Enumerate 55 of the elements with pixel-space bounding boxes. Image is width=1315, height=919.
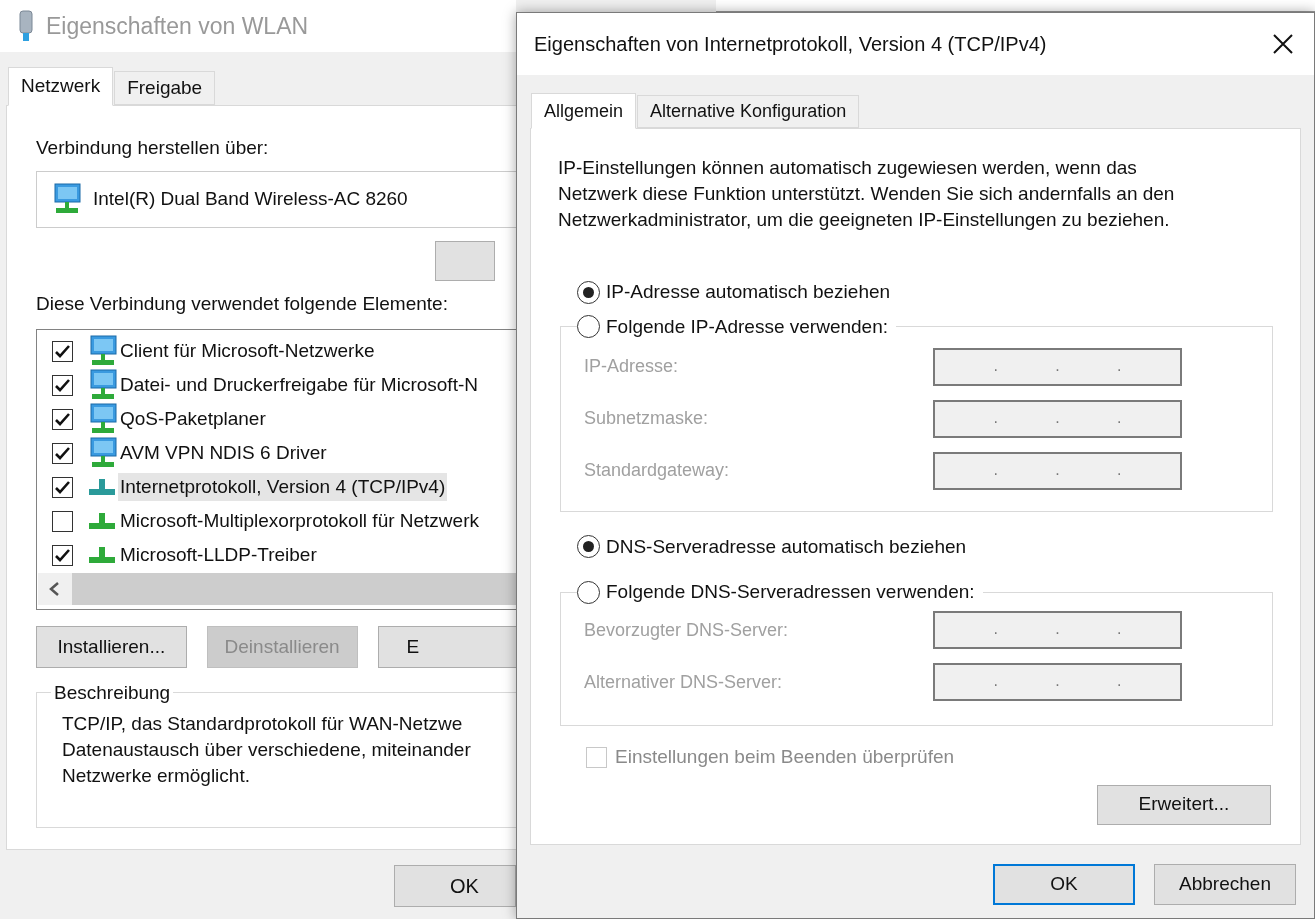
dialog-button[interactable]: OK (993, 864, 1135, 905)
tab[interactable]: Allgemein (531, 93, 637, 129)
radio-button[interactable] (577, 535, 600, 559)
radio-button[interactable] (577, 315, 600, 339)
dialog-title: Eigenschaften von Internetprotokoll, Version 4 (TCP/IPv4) (534, 32, 1047, 57)
window-title: Eigenschaften von WLAN (46, 11, 309, 41)
adapter-name: Intel(R) Dual Band Wireless-AC 8260 (93, 186, 408, 211)
network-protocol-icon (87, 477, 117, 497)
component-item[interactable]: Datei- und Druckerfreigabe für Microsoft-N (118, 370, 480, 400)
tab[interactable]: Freigabe (114, 71, 216, 105)
field-label: Subnetzmaske: (584, 407, 710, 430)
network-computer-icon (87, 403, 117, 435)
network-protocol-icon (87, 545, 117, 565)
action-button[interactable]: Installieren... (36, 626, 187, 668)
checkbox[interactable] (52, 374, 73, 396)
components-label: Diese Verbindung verwendet folgende Elemente: (36, 291, 449, 316)
checkbox[interactable] (52, 408, 73, 430)
advanced-button[interactable]: Erweitert... (1097, 784, 1271, 825)
component-item[interactable]: Microsoft-LLDP-Treiber (118, 540, 319, 570)
tab[interactable]: Alternative Konfiguration (637, 95, 860, 128)
description-text: TCP/IP, das Standardprotokoll für WAN-Netzwe Datenaustausch über verschiedene, miteinander Netzwerke ermöglicht. (62, 712, 472, 788)
ok-button[interactable]: OK (394, 865, 516, 907)
radio-button[interactable] (577, 580, 600, 604)
radio-label: DNS-Serveradresse automatisch beziehen (606, 534, 967, 559)
field-label: Standardgateway: (584, 459, 731, 482)
connect-label: Verbindung herstellen über: (36, 136, 270, 160)
checkbox[interactable] (52, 544, 73, 566)
intro-text: IP-Einstellungen können automatisch zugewiesen werden, wenn das Netzwerk diese Funktion unterstützt. Wenden Sie sich andernfalls an den Netzwerkadministrator, um die geeigneten IP-Einstellungen zu beziehen. (558, 156, 1176, 232)
close-icon[interactable] (1272, 33, 1294, 55)
component-item[interactable]: Client für Microsoft-Netzwerke (118, 336, 377, 366)
network-computer-icon (87, 369, 117, 401)
checkbox[interactable] (52, 442, 73, 464)
network-computer-icon (87, 335, 117, 367)
action-button[interactable]: E (377, 626, 516, 668)
checkbox[interactable] (52, 340, 73, 362)
component-item[interactable]: AVM VPN NDIS 6 Driver (118, 438, 329, 468)
radio-label: IP-Adresse automatisch beziehen (606, 280, 891, 304)
adapter-icon (16, 9, 36, 43)
field-label: Alternativer DNS-Server: (584, 670, 784, 694)
radio-label: Folgende DNS-Serveradressen verwenden: (606, 580, 975, 604)
field-label: Bevorzugter DNS-Server: (584, 618, 790, 642)
network-protocol-icon (87, 511, 117, 531)
checkbox[interactable] (52, 510, 73, 532)
checkbox[interactable] (52, 476, 73, 498)
checkbox-label: Einstellungen beim Beenden überprüfen (615, 745, 955, 769)
component-item[interactable]: Microsoft-Multiplexorprotokoll für Netzwerk (118, 506, 481, 536)
dialog-button[interactable]: Abbrechen (1154, 864, 1296, 905)
component-item[interactable]: Internetprotokoll, Version 4 (TCP/IPv4) (118, 472, 448, 502)
radio-label: Folgende IP-Adresse verwenden: (606, 314, 888, 339)
field-label: IP-Adresse: (584, 355, 680, 378)
component-item[interactable]: QoS-Paketplaner (118, 404, 268, 434)
radio-button[interactable] (577, 280, 600, 304)
network-computer-icon (87, 437, 117, 469)
network-computer-icon (51, 183, 81, 215)
tab[interactable]: Netzwerk (8, 67, 114, 106)
